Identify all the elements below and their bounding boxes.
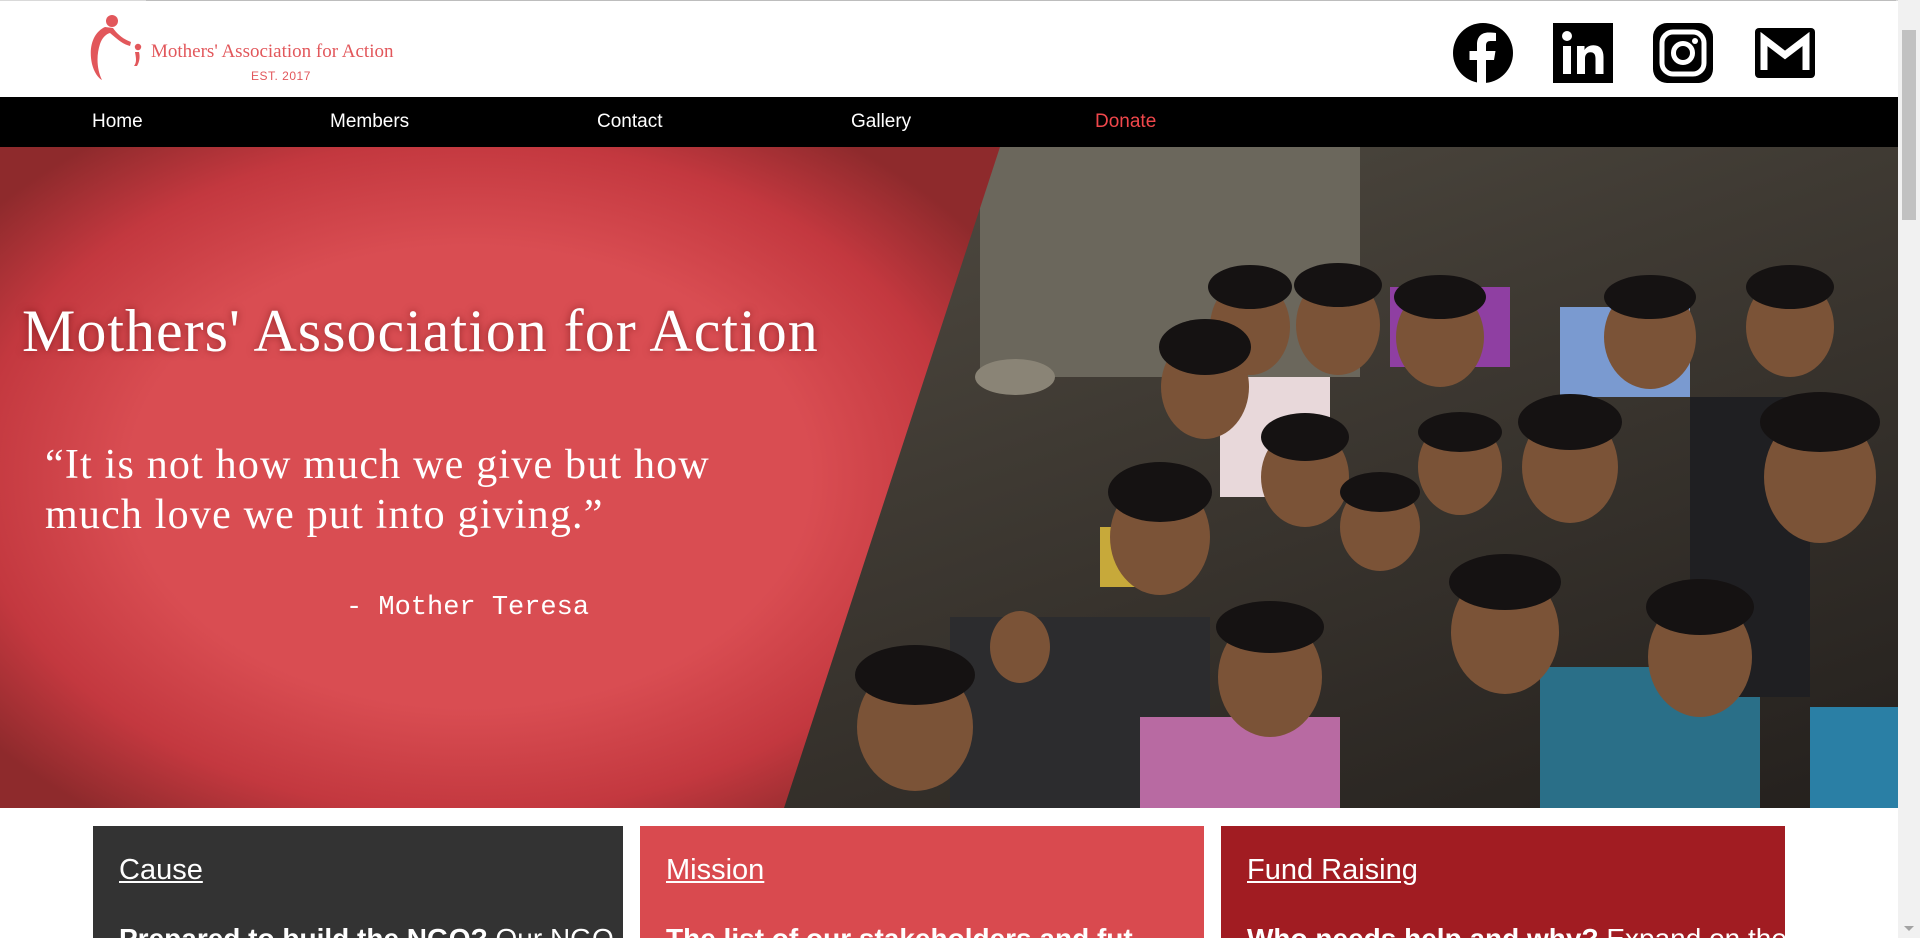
gmail-icon [1755, 28, 1815, 78]
card-fund-raising: Fund Raising Who needs help and why? Exp… [1221, 826, 1785, 938]
logo-est: EST. 2017 [251, 69, 311, 83]
nav-members[interactable]: Members [330, 97, 409, 147]
page-scrollbar[interactable] [1898, 0, 1920, 938]
instagram-link[interactable] [1652, 22, 1714, 84]
facebook-link[interactable] [1452, 22, 1514, 84]
hero-banner: Mothers' Association for Action “It is n… [0, 147, 1898, 808]
card-fund-raising-title[interactable]: Fund Raising [1247, 854, 1418, 887]
nav-gallery[interactable]: Gallery [851, 97, 911, 147]
logo-mark-icon [90, 15, 142, 80]
hero-quote: “It is not how much we give but how much… [45, 442, 710, 538]
linkedin-icon [1553, 23, 1613, 83]
hero-title: Mothers' Association for Action [22, 298, 819, 364]
logo-title: Mothers' Association for Action [151, 41, 394, 62]
facebook-icon [1453, 23, 1513, 84]
scroll-thumb[interactable] [1902, 30, 1916, 220]
card-cause-text: Prepared to build the NGO? Our NGO [119, 923, 614, 938]
gmail-link[interactable] [1754, 22, 1816, 84]
site-header: Mothers' Association for Action EST. 201… [0, 6, 1898, 97]
scroll-down-icon[interactable] [1898, 920, 1920, 936]
quote-author: - Mother Teresa [346, 593, 590, 623]
card-cause-title[interactable]: Cause [119, 854, 203, 887]
card-fund-raising-text: Who needs help and why? Expand on the [1247, 923, 1785, 938]
linkedin-link[interactable] [1552, 22, 1614, 84]
nav-donate[interactable]: Donate [1095, 97, 1156, 147]
site-logo[interactable]: Mothers' Association for Action EST. 201… [86, 12, 436, 83]
main-nav: Home Members Contact Gallery Donate [0, 97, 1898, 147]
card-mission: Mission The list of our stakeholders and… [640, 826, 1204, 938]
nav-home[interactable]: Home [92, 97, 143, 147]
card-cause: Cause Prepared to build the NGO? Our NGO [93, 826, 623, 938]
card-mission-text: The list of our stakeholders and fut [666, 923, 1133, 938]
instagram-icon [1653, 23, 1713, 83]
card-mission-title[interactable]: Mission [666, 854, 764, 887]
nav-contact[interactable]: Contact [597, 97, 662, 147]
